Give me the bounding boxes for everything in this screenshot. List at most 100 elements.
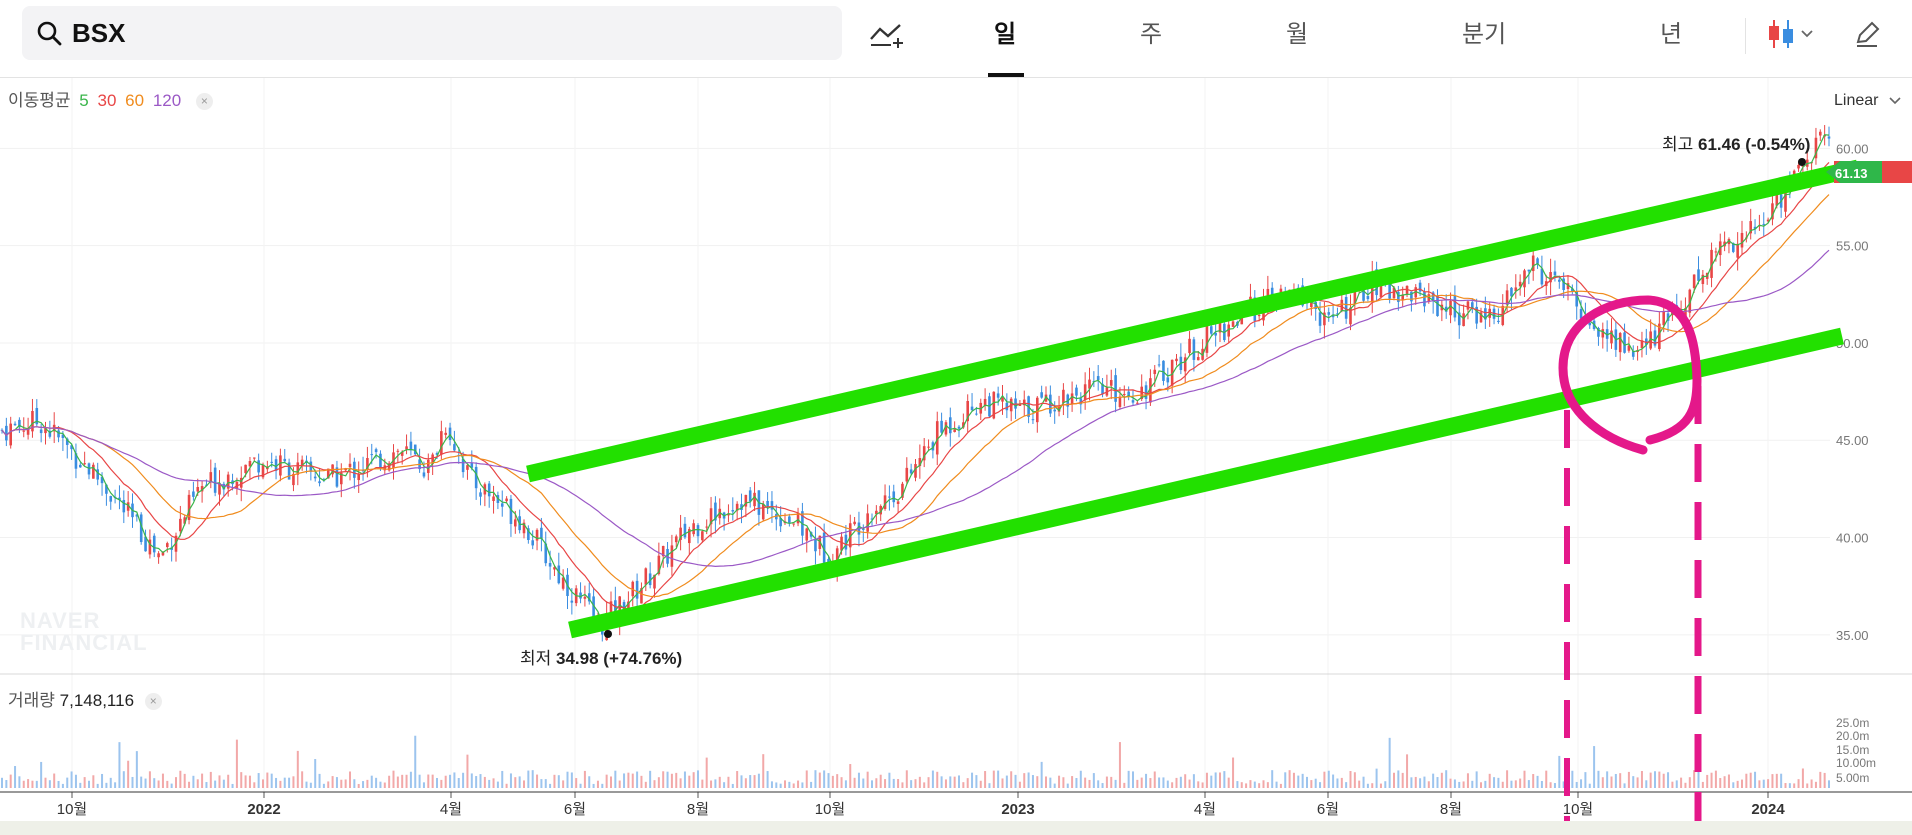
close-volume-icon[interactable]: × [144,693,162,711]
volume-bar [1780,773,1783,788]
volume-bar [1506,770,1509,788]
volume-bar [862,778,865,788]
close-ma-icon[interactable]: × [195,93,213,111]
top-bar: BSX 일 주 월 분기 년 [0,0,1912,78]
candle-body [1553,271,1557,276]
draw-button[interactable] [1850,16,1884,52]
tab-month[interactable]: 월 [1286,14,1308,49]
volume-legend-title: 거래량 [8,691,55,710]
window-bottom-strip [0,821,1912,835]
channel-upper-line[interactable] [526,159,1860,483]
volume-bar [161,773,164,788]
volume-bar [757,773,760,788]
search-input[interactable]: BSX [72,18,125,49]
tab-quarter[interactable]: 분기 [1462,14,1506,49]
tab-year[interactable]: 년 [1660,14,1682,49]
volume-bar [396,776,399,788]
scale-mode-label: Linear [1834,92,1879,109]
chart-type-selector[interactable] [1762,16,1818,52]
channel-lower-line[interactable] [568,327,1844,639]
volume-bar [1166,780,1169,788]
candle-body [313,476,317,479]
volume-bar [788,781,791,788]
volume-bar [1031,775,1034,788]
volume-bar [1175,777,1178,788]
volume-bar [457,777,460,788]
volume-bar [749,775,752,788]
volume-bar [901,782,904,788]
volume-bar [35,780,38,788]
volume-bar [1806,783,1809,788]
search-box[interactable]: BSX [22,6,842,60]
volume-bar [897,779,900,788]
volume-bar [1471,780,1474,788]
volume-bar [840,777,843,788]
toolbar-divider [1745,18,1746,54]
candle-body [1736,243,1739,258]
volume-bar [1527,780,1530,788]
volume-bar [1745,773,1748,788]
volume-bar [984,771,987,788]
volume-bar [214,780,217,788]
tab-day[interactable]: 일 [994,14,1016,49]
candle-body [701,531,704,541]
pencil-icon [1856,21,1880,47]
low-point-marker [604,630,612,638]
volume-bar [227,774,230,788]
candle-body [1588,322,1592,326]
volume-bar [1323,771,1326,788]
volume-bar [231,783,234,788]
volume-bar [427,774,430,788]
volume-bar [270,773,273,788]
volume-bar [1132,771,1134,788]
volume-bar [623,773,626,788]
candle-body [283,458,287,462]
candle-body [583,596,587,599]
volume-bar [244,775,247,788]
volume-bar [849,764,852,788]
candle-body [557,565,561,584]
candle-body [888,496,891,498]
candle-body [540,527,543,539]
low-value: 34.98 (+74.76%) [556,649,683,668]
volume-bar [818,772,821,788]
volume-bar [1614,773,1617,788]
volume-bar [1662,773,1665,788]
volume-bar [418,774,421,788]
volume-bar [1345,782,1348,788]
volume-bar [627,772,630,788]
volume-bar [1553,783,1556,788]
candle-body [1131,400,1135,403]
volume-bar [1453,779,1456,788]
volume-bar [958,775,960,788]
volume-tick-label: 5.00m [1836,771,1869,785]
volume-bar [927,777,930,788]
volume-bar [1375,768,1378,788]
volume-bar [1632,776,1635,788]
candle-body [1344,296,1348,319]
volume-bar [1284,772,1287,788]
candle-body [1070,393,1074,405]
volume-bar [1410,777,1413,788]
volume-bar [1036,776,1039,788]
volume-bar [275,777,278,788]
candle-body [748,490,752,502]
chart-add-icon [870,24,903,48]
ma-legend: 이동평균 5 30 60 120 × [8,86,217,111]
candle-body [792,523,795,525]
volume-bar [1114,779,1117,788]
scale-selector[interactable]: Linear [1834,92,1901,110]
price-chart[interactable]: 60.0055.0050.0045.0040.0035.0010월 2022 4월 6… [0,78,1912,821]
candle-body [479,492,482,497]
chart-grid [0,78,1830,792]
candle-body [253,457,256,459]
tab-week[interactable]: 주 [1140,14,1162,49]
volume-bar [53,773,56,788]
volume-bar [1327,770,1330,788]
candle-body [788,516,791,523]
volume-bar [1010,771,1013,788]
volume-tick-label: 10.00m [1836,756,1876,770]
volume-bar [314,759,317,788]
add-indicator-button[interactable] [868,16,908,52]
volume-bar [1510,780,1513,788]
